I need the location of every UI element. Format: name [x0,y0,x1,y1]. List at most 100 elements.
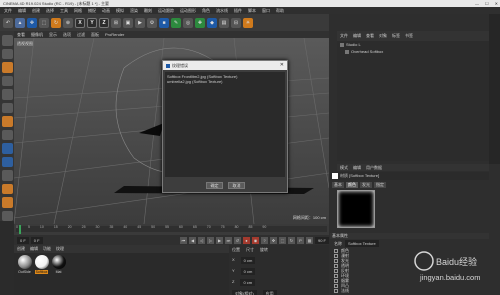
subdivision-icon[interactable]: ◎ [183,17,193,28]
close-button[interactable]: ✕ [495,1,498,6]
menu-item[interactable]: 流水线 [216,8,228,14]
loop-icon[interactable]: ↺ [233,236,241,244]
object-menu-item[interactable]: 书签 [405,33,413,39]
channel-checkbox[interactable] [334,258,338,263]
menu-item[interactable]: 动画 [102,8,110,14]
lock-workplane-icon[interactable] [1,156,13,167]
material-thumbnail[interactable]: Mat [51,255,66,277]
material-tab[interactable]: 基本 [332,181,344,188]
material-manager-menu-item[interactable]: 纹理 [56,246,64,252]
go-start-icon[interactable]: ⏮ [179,236,187,244]
channel-checkbox[interactable] [334,273,338,278]
material-tab[interactable]: 发光 [360,181,372,188]
key-grid-icon[interactable]: ▦ [305,236,313,244]
apply-button[interactable]: 应用 [262,290,277,295]
material-tab[interactable]: 颜色 [346,181,358,188]
material-tab[interactable]: 指定 [374,181,386,188]
viewport-menu-item[interactable]: 摄像机 [31,32,43,38]
model-mode-icon[interactable] [1,48,13,59]
minimize-button[interactable]: — [475,1,479,6]
coord-value-field[interactable]: 0 cm [240,257,256,264]
move-tool-icon[interactable]: ✥ [27,17,37,28]
channel-row[interactable]: 法线 [330,288,489,293]
maximize-button[interactable]: ☐ [485,1,489,6]
render-view-icon[interactable]: ▣ [123,17,133,28]
channel-checkbox[interactable] [334,288,338,293]
recent-tool-icon[interactable]: ⊕ [63,17,73,28]
object-menu-item[interactable]: 对象 [379,33,387,39]
edges-mode-icon[interactable] [1,102,13,113]
sculpt-icon[interactable] [1,183,13,194]
channel-checkbox[interactable] [334,268,338,273]
menu-item[interactable]: 运动跟踪 [158,8,174,14]
end-frame-field[interactable]: 90 F [314,236,329,244]
channel-checkbox[interactable] [334,248,338,253]
render-picture-icon[interactable]: ▶ [135,17,145,28]
menu-item[interactable]: 创建 [32,8,40,14]
menu-item[interactable]: 帮助 [276,8,284,14]
viewport-menu-item[interactable]: 面板 [91,32,99,38]
next-key-icon[interactable]: ▶ [215,236,223,244]
coord-mode-select[interactable]: 对象(相对) [232,290,257,295]
polygons-mode-icon[interactable] [1,116,13,127]
object-item[interactable]: Studio L [337,41,489,48]
x-axis-button[interactable]: X [75,17,85,28]
dialog-close-icon[interactable]: ✕ [280,62,284,68]
paint-icon[interactable] [1,197,13,208]
menu-item[interactable]: 编辑 [18,8,26,14]
texture-mode-icon[interactable] [1,62,13,73]
object-item[interactable]: Overhead Softbox [337,48,489,55]
snap-icon[interactable] [1,143,13,154]
key-pos-icon[interactable]: ✥ [269,236,277,244]
menu-item[interactable]: 插件 [234,8,242,14]
workplane-icon[interactable] [1,75,13,86]
ok-button[interactable]: 确定 [206,182,223,189]
play-icon[interactable]: ▷ [206,236,214,244]
coord-value-field[interactable]: 0 cm [240,279,256,286]
points-mode-icon[interactable] [1,89,13,100]
pen-icon[interactable]: ✎ [171,17,181,28]
menu-item[interactable]: 工具 [60,8,68,14]
name-input[interactable]: Softbox Texture [345,240,379,247]
y-axis-button[interactable]: Y [87,17,97,28]
coord-system-icon[interactable]: ⊞ [111,17,121,28]
array-icon[interactable]: ✚ [195,17,205,28]
viewport-menu-item[interactable]: ProRender [105,32,124,37]
z-axis-button[interactable]: Z [99,17,109,28]
play-back-icon[interactable]: ◁ [197,236,205,244]
current-frame-field[interactable]: 0 F [30,236,43,244]
object-menu-item[interactable]: 编辑 [353,33,361,39]
scale-tool-icon[interactable]: ⬚ [39,17,49,28]
extra-tool-icon[interactable] [1,210,13,221]
coord-value-field[interactable]: 0 cm [240,268,256,275]
menu-item[interactable]: 文件 [4,8,12,14]
channel-checkbox[interactable] [334,253,338,258]
key-scale-icon[interactable]: ⬚ [278,236,286,244]
menu-item[interactable]: 角色 [202,8,210,14]
playhead[interactable] [19,225,21,234]
auto-key-icon[interactable]: ◉ [251,236,259,244]
material-manager-menu-item[interactable]: 功能 [43,246,51,252]
vertical-tab-strip[interactable] [489,14,500,164]
key-rot-icon[interactable]: ↻ [287,236,295,244]
go-end-icon[interactable]: ⏭ [224,236,232,244]
deformer-icon[interactable]: ◆ [207,17,217,28]
cube-icon[interactable]: ■ [159,17,169,28]
menu-item[interactable]: 捕捉 [88,8,96,14]
object-menu-item[interactable]: 查看 [366,33,374,39]
prev-key-icon[interactable]: ◀ [188,236,196,244]
camera-icon[interactable]: ⊟ [231,17,241,28]
menu-item[interactable]: 脚本 [248,8,256,14]
attributes-menu-item[interactable]: 编辑 [353,165,361,171]
key-sel-icon[interactable]: ? [260,236,268,244]
menu-item[interactable]: 网格 [74,8,82,14]
make-editable-icon[interactable] [1,35,13,46]
floor-icon[interactable]: ▤ [219,17,229,28]
rotate-tool-icon[interactable]: ↻ [51,17,61,28]
grid-icon[interactable] [1,170,13,181]
viewport-menu-item[interactable]: 过滤 [77,32,85,38]
material-manager-menu-item[interactable]: 编辑 [30,246,38,252]
channel-checkbox[interactable] [334,278,338,283]
render-settings-icon[interactable]: ⚙ [147,17,157,28]
menu-item[interactable]: 渲染 [130,8,138,14]
